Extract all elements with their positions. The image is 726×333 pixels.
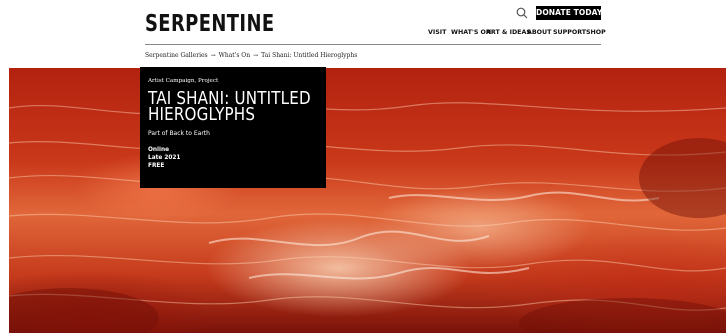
nav-item-visit[interactable]: VISIT — [428, 27, 446, 39]
nav-item-support[interactable]: SUPPORT — [553, 27, 586, 39]
project-info-card: Artist Campaign, Project TAI SHANI: UNTI… — [140, 67, 326, 188]
hero-image — [9, 68, 726, 333]
project-category: Artist Campaign, Project — [148, 78, 219, 84]
project-date: Late 2021 — [148, 154, 181, 161]
breadcrumb-link-serpentine-galleries[interactable]: Serpentine Galleries — [145, 51, 208, 61]
project-meta: Online Late 2021 FREE — [148, 147, 180, 170]
site-header: SERPENTINE DONATE TODAY VISIT WHAT'S ON … — [0, 0, 726, 68]
breadcrumb: Serpentine Galleries → What's On → Tai Shani… — [145, 51, 357, 61]
nav-item-about[interactable]: ABOUT — [527, 27, 551, 39]
nav-item-art-ideas[interactable]: ART & IDEAS — [486, 27, 531, 39]
hero-texture — [9, 102, 726, 333]
donate-button[interactable]: DONATE TODAY — [536, 6, 602, 20]
main-nav: VISIT WHAT'S ON ART & IDEAS ABOUT SUPPOR… — [0, 27, 726, 39]
breadcrumb-arrow-icon: → — [210, 52, 216, 59]
project-title: TAI SHANI: UNTITLED HIEROGLYPHS — [148, 90, 311, 125]
project-title-line-2: HIEROGLYPHS — [148, 104, 256, 125]
breadcrumb-current: Tai Shani: Untitled Hieroglyphs — [261, 52, 358, 59]
project-price: FREE — [148, 162, 165, 169]
header-divider — [145, 44, 601, 45]
project-subtitle: Part of Back to Earth — [148, 130, 210, 137]
breadcrumb-arrow-icon: → — [253, 52, 259, 59]
project-location: Online — [148, 147, 170, 153]
nav-item-shop[interactable]: SHOP — [586, 27, 606, 39]
search-icon[interactable] — [515, 6, 529, 20]
breadcrumb-link-whats-on[interactable]: What's On — [219, 51, 250, 61]
